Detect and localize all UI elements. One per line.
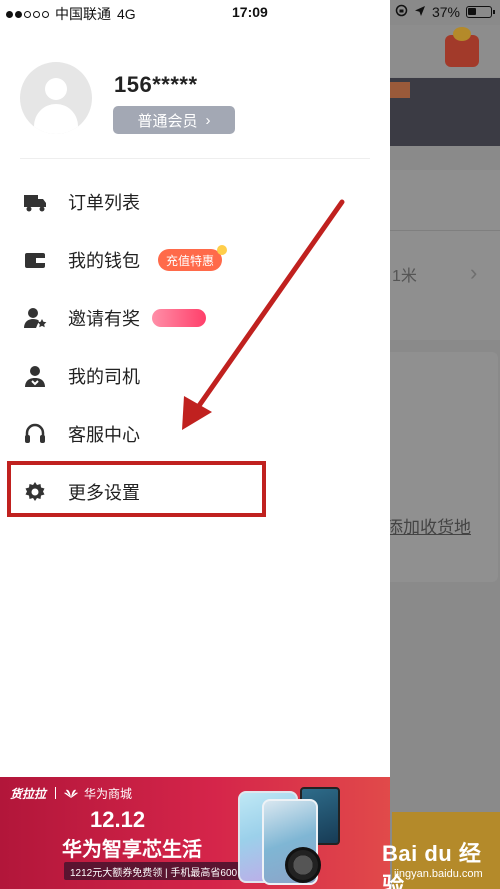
add-address-link: 添加收货地	[386, 518, 471, 537]
badge-star-icon	[217, 245, 227, 255]
background-card-2	[390, 352, 498, 582]
promo-badge: 充值特惠	[158, 249, 223, 271]
orientation-lock-icon	[395, 4, 408, 20]
side-drawer: 156***** 普通会员 › 订单列表 我的钱包 充值特惠 邀请有奖 我的司机	[0, 0, 390, 889]
menu-item-driver[interactable]: 我的司机	[0, 351, 390, 401]
banner-slogan: 华为智享芯生活	[62, 839, 202, 861]
battery-percent: 37%	[431, 4, 460, 20]
menu-item-label: 邀请有奖	[68, 309, 140, 329]
distance-text: 1米	[392, 268, 417, 285]
menu-item-label: 客服中心	[68, 425, 140, 445]
menu-item-customer-service[interactable]: 客服中心	[0, 409, 390, 459]
status-time: 17:09	[232, 4, 268, 20]
chevron-right-icon: ›	[470, 260, 478, 285]
huawei-logo-icon	[64, 786, 78, 798]
network-type: 4G	[117, 6, 136, 22]
banner-offer: 1212元大额券免费领 | 手机最高省600	[64, 862, 244, 880]
banner-date: 12.12	[90, 807, 146, 832]
carrier-name: 中国联通	[55, 6, 111, 22]
menu-item-label: 订单列表	[68, 193, 140, 213]
invite-user-icon	[22, 305, 48, 331]
signal-icon	[6, 10, 49, 18]
wallet-icon	[22, 247, 48, 273]
user-phone: 156*****	[114, 72, 198, 97]
menu-item-label: 我的钱包	[68, 251, 140, 271]
gift-icon	[445, 27, 479, 67]
headset-icon	[22, 421, 48, 447]
member-level-label: 普通会员	[137, 112, 198, 130]
battery-icon	[466, 6, 495, 18]
truck-icon	[22, 189, 48, 215]
menu-item-orders[interactable]: 订单列表	[0, 177, 390, 227]
banner-separator	[55, 787, 56, 799]
banner-partner: 华为商城	[84, 787, 133, 801]
driver-icon	[22, 363, 48, 389]
member-level-button[interactable]: 普通会员 ›	[113, 106, 235, 134]
promo-pill	[152, 309, 206, 327]
banner-brand: 货拉拉	[10, 787, 47, 801]
menu-item-label: 我的司机	[68, 367, 140, 387]
menu-item-invite[interactable]: 邀请有奖	[0, 293, 390, 343]
background-divider	[390, 230, 500, 231]
watermark-main: Bai du 经验	[382, 841, 482, 889]
menu-item-wallet[interactable]: 我的钱包 充值特惠	[0, 235, 390, 285]
watch-image	[285, 847, 321, 883]
ad-banner[interactable]: 货拉拉 华为商城 12.12 华为智享芯生活 1212元大额券免费领 | 手机最…	[0, 777, 390, 889]
background-card	[390, 170, 500, 340]
location-arrow-icon	[414, 4, 426, 20]
watermark: Bai du 经验 jingyan.baidu.com	[382, 836, 498, 889]
background-tag	[390, 82, 410, 98]
watermark-sub: jingyan.baidu.com	[394, 868, 483, 880]
divider	[20, 158, 370, 159]
highlight-annotation	[7, 461, 266, 517]
avatar[interactable]	[20, 62, 92, 134]
status-bar: 中国联通 4G 17:09 37%	[0, 0, 500, 25]
chevron-right-icon: ›	[205, 111, 211, 129]
